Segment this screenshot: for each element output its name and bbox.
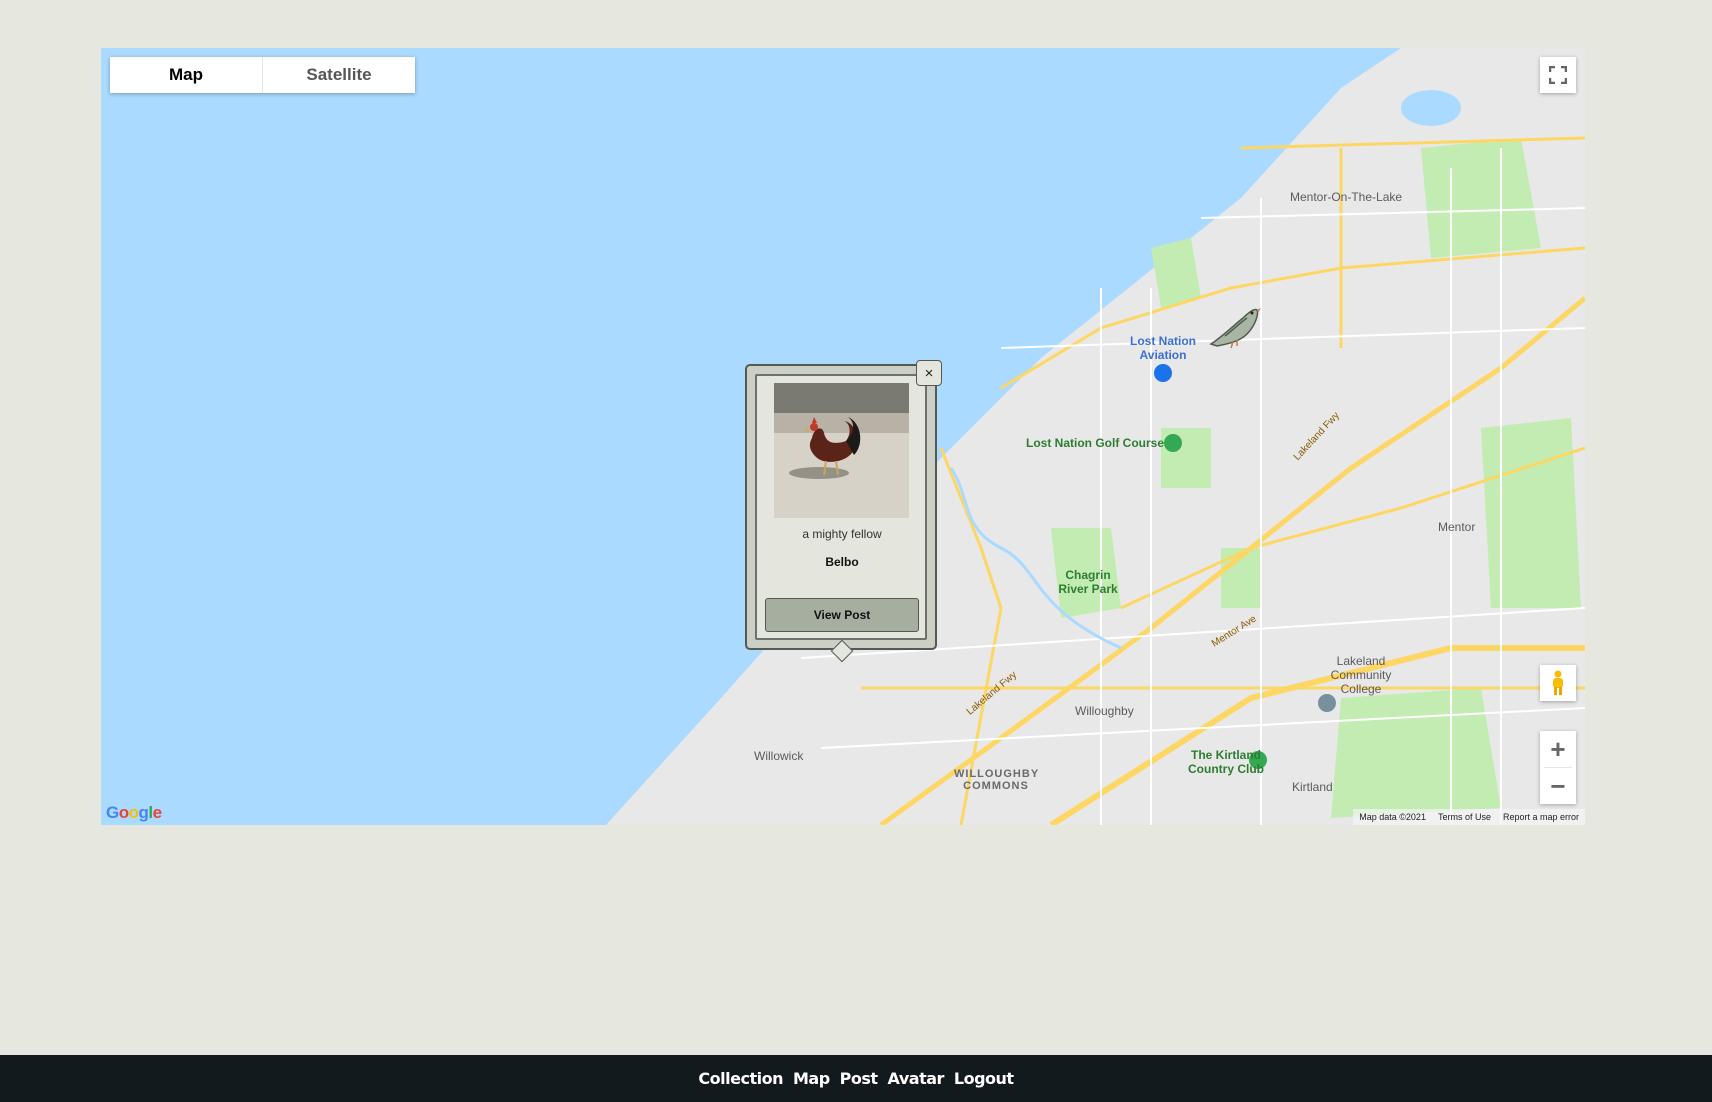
map-attribution: Map data ©2021 Terms of Use Report a map… bbox=[1353, 809, 1585, 825]
map-label-kirtland-club: The Kirtland Country Club bbox=[1188, 748, 1264, 776]
fullscreen-icon bbox=[1549, 66, 1567, 84]
post-caption: a mighty fellow bbox=[802, 527, 882, 541]
map-label-kirtland: Kirtland bbox=[1292, 780, 1333, 794]
map-label-lost-nation-aviation: Lost Nation Aviation bbox=[1130, 334, 1196, 362]
post-author-name: Belbo bbox=[825, 555, 859, 569]
map-label-lost-nation-golf: Lost Nation Golf Course bbox=[1026, 436, 1164, 450]
bird-icon[interactable] bbox=[1203, 296, 1263, 356]
terms-link[interactable]: Terms of Use bbox=[1438, 812, 1491, 822]
footer-nav: Collection Map Post Avatar Logout bbox=[0, 1055, 1712, 1102]
map-data-text: Map data ©2021 bbox=[1359, 812, 1426, 822]
map-label-willowick: Willowick bbox=[754, 749, 804, 763]
fullscreen-button[interactable] bbox=[1540, 57, 1576, 93]
view-post-button[interactable]: View Post bbox=[765, 598, 919, 632]
nav-link-post[interactable]: Post bbox=[840, 1069, 878, 1088]
pegman-icon bbox=[1553, 670, 1563, 695]
report-error-link[interactable]: Report a map error bbox=[1503, 812, 1579, 822]
map-label-chagrin-river-park: Chagrin River Park bbox=[1058, 568, 1118, 596]
map-label-lakeland-college: Lakeland Community College bbox=[1330, 654, 1392, 696]
post-photo bbox=[774, 383, 909, 518]
pegman-button[interactable] bbox=[1540, 665, 1576, 701]
nav-link-logout[interactable]: Logout bbox=[954, 1069, 1014, 1088]
info-window-close-button[interactable]: × bbox=[916, 360, 942, 386]
map-label-mentor: Mentor bbox=[1438, 520, 1476, 534]
zoom-out-button[interactable]: − bbox=[1540, 768, 1576, 804]
nav-link-map[interactable]: Map bbox=[793, 1069, 830, 1088]
nav-link-collection[interactable]: Collection bbox=[698, 1069, 783, 1088]
map-label-mentor-on-the-lake: Mentor-On-The-Lake bbox=[1290, 190, 1403, 204]
zoom-control: + − bbox=[1540, 731, 1576, 804]
map-type-map-button[interactable]: Map bbox=[110, 57, 262, 93]
map-type-satellite-button[interactable]: Satellite bbox=[262, 57, 415, 93]
nav-link-avatar[interactable]: Avatar bbox=[888, 1069, 945, 1088]
rooster-photo bbox=[774, 383, 909, 518]
map-label-willoughby-commons: WILLOUGHBY COMMONS bbox=[954, 768, 1040, 792]
zoom-in-button[interactable]: + bbox=[1540, 731, 1576, 767]
map-label-willoughby: Willoughby bbox=[1075, 704, 1134, 718]
google-logo: Google bbox=[106, 803, 162, 822]
map-type-control: Map Satellite bbox=[110, 57, 415, 93]
